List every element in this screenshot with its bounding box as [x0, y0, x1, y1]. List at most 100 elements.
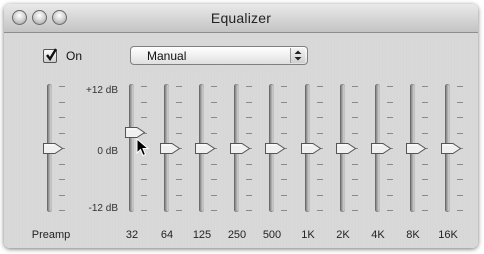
- tick-mark: [141, 86, 147, 87]
- tick-mark: [281, 195, 287, 196]
- tick-mark: [352, 179, 358, 180]
- tick-mark: [457, 102, 463, 103]
- tick-mark: [387, 86, 393, 87]
- tick-mark: [422, 195, 428, 196]
- tick-mark: [59, 164, 65, 165]
- tick-mark: [387, 102, 393, 103]
- tick-mark: [176, 117, 182, 118]
- tick-mark: [281, 117, 287, 118]
- equalizer-window: Equalizer On Manual +12 dB 0 dB -12 dB P…: [4, 4, 478, 248]
- tick-mark: [246, 210, 252, 211]
- tick-mark: [457, 210, 463, 211]
- tick-mark: [457, 179, 463, 180]
- preamp-label: Preamp: [31, 229, 71, 241]
- tick-mark: [59, 195, 65, 196]
- band-label-4k: 4K: [371, 229, 385, 241]
- tick-mark: [211, 210, 217, 211]
- tick-mark: [422, 179, 428, 180]
- band-slider-125-thumb[interactable]: [194, 142, 216, 155]
- band-label-1k: 1K: [301, 229, 315, 241]
- tick-mark: [211, 195, 217, 196]
- equalizer-sliders: +12 dB 0 dB -12 dB Preamp 32 64 125 250 500 1…: [4, 4, 478, 248]
- tick-mark: [211, 102, 217, 103]
- tick-mark: [457, 117, 463, 118]
- band-slider-8k-thumb[interactable]: [405, 142, 427, 155]
- tick-mark: [317, 102, 323, 103]
- tick-mark: [211, 179, 217, 180]
- scale-label-min: -12 dB: [88, 203, 118, 214]
- tick-mark: [317, 117, 323, 118]
- tick-mark: [422, 117, 428, 118]
- band-slider-2k-thumb[interactable]: [335, 142, 357, 155]
- tick-mark: [176, 179, 182, 180]
- tick-mark: [141, 117, 147, 118]
- tick-mark: [176, 210, 182, 211]
- band-label-64: 64: [160, 229, 174, 241]
- tick-mark: [281, 86, 287, 87]
- tick-mark: [317, 133, 323, 134]
- band-slider-16k-thumb[interactable]: [440, 142, 462, 155]
- tick-mark: [387, 164, 393, 165]
- tick-mark: [176, 133, 182, 134]
- tick-mark: [387, 133, 393, 134]
- tick-mark: [211, 86, 217, 87]
- tick-mark: [281, 179, 287, 180]
- band-slider-32-track[interactable]: [129, 84, 134, 212]
- tick-mark: [281, 210, 287, 211]
- mouse-pointer-icon: [136, 138, 150, 157]
- tick-mark: [211, 164, 217, 165]
- tick-mark: [317, 210, 323, 211]
- band-label-16k: 16K: [438, 229, 458, 241]
- tick-mark: [352, 195, 358, 196]
- scale-label-max: +12 dB: [86, 85, 118, 96]
- tick-mark: [176, 86, 182, 87]
- band-slider-500-thumb[interactable]: [264, 142, 286, 155]
- band-slider-250-thumb[interactable]: [229, 142, 251, 155]
- tick-mark: [59, 210, 65, 211]
- tick-mark: [246, 179, 252, 180]
- tick-mark: [176, 195, 182, 196]
- tick-mark: [387, 117, 393, 118]
- tick-mark: [281, 164, 287, 165]
- tick-mark: [457, 86, 463, 87]
- tick-mark: [59, 86, 65, 87]
- scale-label-zero: 0 dB: [97, 146, 118, 157]
- band-slider-64-thumb[interactable]: [159, 142, 181, 155]
- tick-mark: [387, 210, 393, 211]
- tick-mark: [246, 164, 252, 165]
- tick-mark: [457, 164, 463, 165]
- tick-mark: [352, 117, 358, 118]
- tick-mark: [281, 133, 287, 134]
- tick-mark: [141, 164, 147, 165]
- band-label-250: 250: [227, 229, 247, 241]
- tick-mark: [59, 179, 65, 180]
- tick-mark: [176, 164, 182, 165]
- tick-mark: [352, 133, 358, 134]
- tick-mark: [59, 133, 65, 134]
- tick-mark: [352, 210, 358, 211]
- band-label-32: 32: [125, 229, 139, 241]
- tick-mark: [141, 210, 147, 211]
- band-label-8k: 8K: [406, 229, 420, 241]
- band-slider-1k-thumb[interactable]: [300, 142, 322, 155]
- preamp-slider-thumb[interactable]: [42, 142, 64, 155]
- tick-mark: [141, 195, 147, 196]
- band-label-2k: 2K: [336, 229, 350, 241]
- tick-mark: [422, 86, 428, 87]
- tick-mark: [317, 164, 323, 165]
- tick-mark: [246, 133, 252, 134]
- tick-mark: [59, 117, 65, 118]
- tick-mark: [352, 164, 358, 165]
- tick-mark: [211, 133, 217, 134]
- band-slider-4k-thumb[interactable]: [370, 142, 392, 155]
- tick-mark: [246, 102, 252, 103]
- band-label-500: 500: [262, 229, 282, 241]
- tick-mark: [317, 179, 323, 180]
- tick-mark: [176, 102, 182, 103]
- tick-mark: [141, 179, 147, 180]
- tick-mark: [457, 195, 463, 196]
- tick-mark: [352, 102, 358, 103]
- tick-mark: [59, 102, 65, 103]
- tick-mark: [457, 133, 463, 134]
- tick-mark: [387, 195, 393, 196]
